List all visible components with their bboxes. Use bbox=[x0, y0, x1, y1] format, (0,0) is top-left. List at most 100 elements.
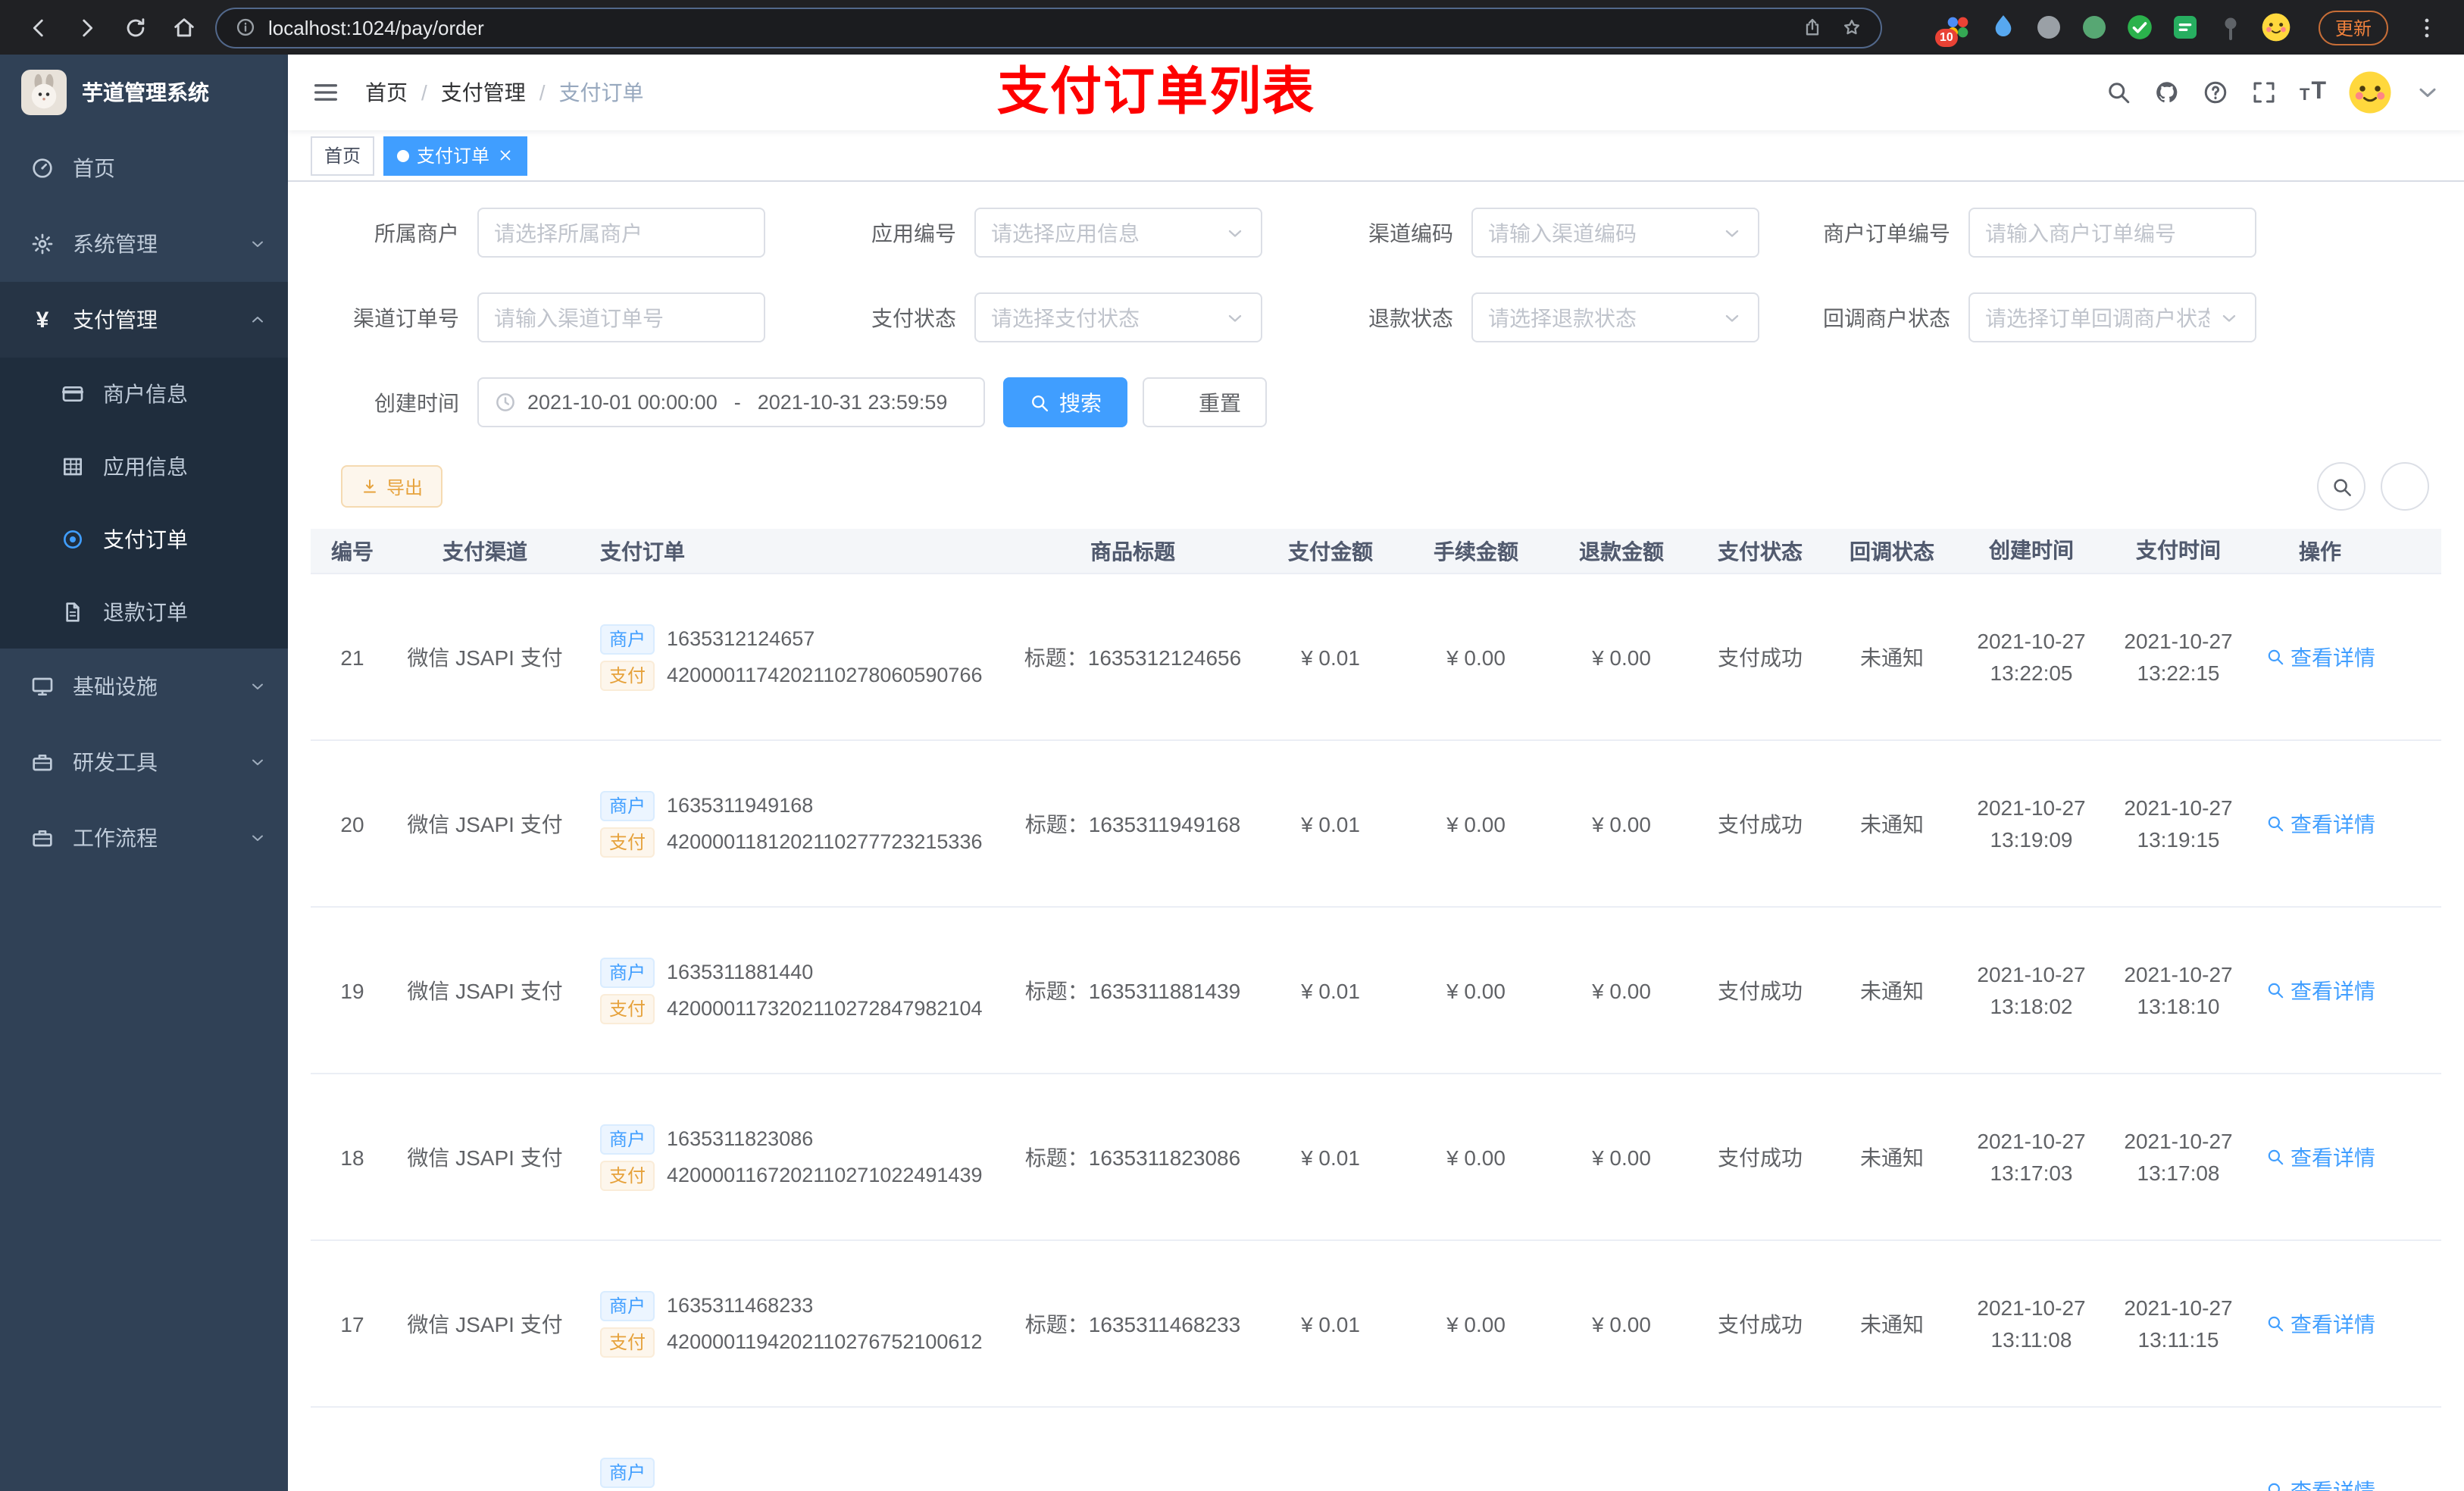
cell-pay-order: 商户 1635312124657 支付 42000011742021102780… bbox=[576, 617, 1008, 696]
cell-pay-order: 商户 1635311949168 支付 42000011812021102777… bbox=[576, 784, 1008, 863]
cell-refund-amount: ¥ 0.00 bbox=[1592, 811, 1651, 836]
merchant-order-no: 1635311823086 bbox=[667, 1127, 814, 1150]
cell-pay-order: 商户 1635311881440 支付 42000011732021102728… bbox=[576, 951, 1008, 1030]
download-icon bbox=[361, 477, 379, 495]
refresh-table-button[interactable] bbox=[2381, 462, 2429, 511]
cell-fee-amount: ¥ 0.00 bbox=[1446, 811, 1506, 836]
extension-icon-droplet[interactable] bbox=[1988, 12, 2018, 42]
merchant-filter-input[interactable] bbox=[494, 220, 749, 245]
sidebar-item-workflow[interactable]: 工作流程 bbox=[0, 800, 288, 876]
toggle-search-button[interactable] bbox=[2317, 462, 2366, 511]
merchant-order-no: 1635311468233 bbox=[667, 1294, 814, 1317]
github-icon[interactable] bbox=[2154, 79, 2181, 106]
font-size-icon[interactable]: TT bbox=[2300, 80, 2326, 105]
cell-pay-amount: ¥ 0.01 bbox=[1301, 811, 1360, 836]
pay-transaction-no: 4200001173202110272847982104 bbox=[667, 997, 983, 1020]
sidebar-item-refund-order[interactable]: 退款订单 bbox=[0, 576, 288, 649]
sidebar-item-infrastructure[interactable]: 基础设施 bbox=[0, 649, 288, 724]
breadcrumb-pay[interactable]: 支付管理 bbox=[441, 77, 526, 108]
share-icon[interactable] bbox=[1802, 17, 1823, 38]
cell-paid-time: 2021-10-27 13:22:15 bbox=[2124, 628, 2233, 684]
search-icon[interactable] bbox=[2106, 79, 2133, 106]
chevron-down-icon bbox=[2219, 307, 2240, 328]
sidebar-item-home[interactable]: 首页 bbox=[0, 130, 288, 206]
browser-home-button[interactable] bbox=[161, 5, 206, 50]
view-detail-link[interactable]: 查看详情 bbox=[2265, 808, 2375, 839]
extension-icon-palette[interactable]: 10 bbox=[1934, 12, 1973, 47]
fullscreen-icon[interactable] bbox=[2251, 79, 2278, 106]
date-range-start[interactable]: 2021-10-01 00:00:00 bbox=[527, 391, 718, 414]
cell-pay-channel: 微信 JSAPI 支付 bbox=[407, 1145, 563, 1169]
view-detail-link[interactable]: 查看详情 bbox=[2265, 1475, 2375, 1491]
refund-status-filter-select[interactable]: 请选择退款状态 bbox=[1471, 292, 1759, 342]
extension-icon-chat[interactable] bbox=[2170, 12, 2200, 42]
cell-pay-amount: ¥ 0.01 bbox=[1301, 978, 1360, 1002]
breadcrumb-home[interactable]: 首页 bbox=[365, 77, 408, 108]
channel-code-filter-label: 渠道编码 bbox=[1368, 220, 1453, 245]
chevron-down-icon bbox=[249, 677, 267, 695]
cell-created-time: 2021-10-27 13:18:02 bbox=[1977, 961, 2086, 1017]
url-bar[interactable]: localhost:1024/pay/order bbox=[215, 7, 1882, 48]
chevron-down-icon[interactable] bbox=[2414, 79, 2441, 106]
app-no-filter-select[interactable]: 请选择应用信息 bbox=[974, 208, 1262, 258]
channel-code-filter-select[interactable]: 请输入渠道编码 bbox=[1471, 208, 1759, 258]
sidebar-item-system[interactable]: 系统管理 bbox=[0, 206, 288, 282]
filter-row-3: 创建时间 2021-10-01 00:00:00 - 2021-10-31 23… bbox=[311, 377, 2441, 427]
site-info-icon[interactable] bbox=[235, 17, 256, 38]
cell-pay-channel: 微信 JSAPI 支付 bbox=[407, 811, 563, 836]
browser-menu-icon[interactable] bbox=[2403, 5, 2449, 50]
user-avatar[interactable] bbox=[2347, 70, 2393, 115]
sidebar-item-app-info[interactable]: 应用信息 bbox=[0, 430, 288, 503]
pay-status-filter-select[interactable]: 请选择支付状态 bbox=[974, 292, 1262, 342]
app-no-filter-label: 应用编号 bbox=[871, 220, 956, 245]
create-time-range-picker[interactable]: 2021-10-01 00:00:00 - 2021-10-31 23:59:5… bbox=[477, 377, 985, 427]
cell-paid-time: 2021-10-27 13:11:15 bbox=[2124, 1295, 2233, 1351]
extension-icon-green-circle[interactable] bbox=[2079, 12, 2109, 42]
sidebar-item-pay[interactable]: ¥ 支付管理 bbox=[0, 282, 288, 358]
pay-submenu: 商户信息 应用信息 支付订单 退款订单 bbox=[0, 358, 288, 649]
view-detail-link[interactable]: 查看详情 bbox=[2265, 975, 2375, 1005]
tab-home[interactable]: 首页 bbox=[311, 136, 375, 175]
browser-forward-button[interactable] bbox=[64, 5, 109, 50]
cell-order-id: 20 bbox=[340, 811, 364, 836]
extension-icon-gray-circle[interactable] bbox=[2034, 12, 2064, 42]
cell-pay-order: 商户 1635311823086 支付 42000011672021102710… bbox=[576, 1117, 1008, 1196]
browser-update-button[interactable]: 更新 bbox=[2318, 10, 2388, 45]
url-text[interactable]: localhost:1024/pay/order bbox=[268, 16, 484, 39]
callback-status-filter-select[interactable]: 请选择订单回调商户状态 bbox=[1968, 292, 2256, 342]
search-button[interactable]: 搜索 bbox=[1003, 377, 1127, 427]
view-detail-link[interactable]: 查看详情 bbox=[2265, 1142, 2375, 1172]
date-range-separator: - bbox=[733, 391, 741, 414]
cell-refund-amount: ¥ 0.00 bbox=[1592, 1311, 1651, 1336]
cell-pay-status: 支付成功 bbox=[1718, 811, 1803, 836]
cell-pay-amount: ¥ 0.01 bbox=[1301, 1145, 1360, 1169]
extension-icon-green-check[interactable] bbox=[2125, 12, 2155, 42]
sidebar-item-pay-order[interactable]: 支付订单 bbox=[0, 503, 288, 576]
merchant-order-no-filter-input[interactable] bbox=[1985, 220, 2240, 245]
extension-icon-pin[interactable] bbox=[2215, 12, 2246, 42]
cell-actions: 查看详情 bbox=[2252, 975, 2388, 1005]
table-row: 21 微信 JSAPI 支付 商户 1635312124657 支付 42000… bbox=[311, 574, 2441, 741]
tab-pay-order[interactable]: 支付订单 bbox=[383, 136, 528, 175]
sidebar-item-dev-tools[interactable]: 研发工具 bbox=[0, 724, 288, 800]
hamburger-icon[interactable] bbox=[311, 77, 341, 108]
bookmark-star-icon[interactable] bbox=[1841, 17, 1862, 38]
merchant-order-no: 1635311881440 bbox=[667, 961, 814, 983]
browser-back-button[interactable] bbox=[15, 5, 61, 50]
browser-reload-button[interactable] bbox=[112, 5, 158, 50]
help-icon[interactable] bbox=[2203, 79, 2230, 106]
search-icon bbox=[2265, 1480, 2284, 1491]
search-icon bbox=[2265, 1147, 2284, 1167]
export-button[interactable]: 导出 bbox=[341, 465, 443, 508]
table-row: 20 微信 JSAPI 支付 商户 1635311949168 支付 42000… bbox=[311, 741, 2441, 908]
cell-refund-amount: ¥ 0.00 bbox=[1592, 978, 1651, 1002]
view-detail-link[interactable]: 查看详情 bbox=[2265, 642, 2375, 672]
channel-order-no-filter-input[interactable] bbox=[494, 305, 749, 330]
view-detail-link[interactable]: 查看详情 bbox=[2265, 1308, 2375, 1339]
reset-button[interactable]: 重置 bbox=[1143, 377, 1267, 427]
browser-profile-avatar[interactable] bbox=[2261, 12, 2291, 42]
sidebar-item-merchant-info[interactable]: 商户信息 bbox=[0, 358, 288, 430]
date-range-end[interactable]: 2021-10-31 23:59:59 bbox=[758, 391, 948, 414]
cell-paid-time: 2021-10-27 13:18:10 bbox=[2124, 961, 2233, 1017]
close-icon[interactable] bbox=[497, 147, 514, 164]
